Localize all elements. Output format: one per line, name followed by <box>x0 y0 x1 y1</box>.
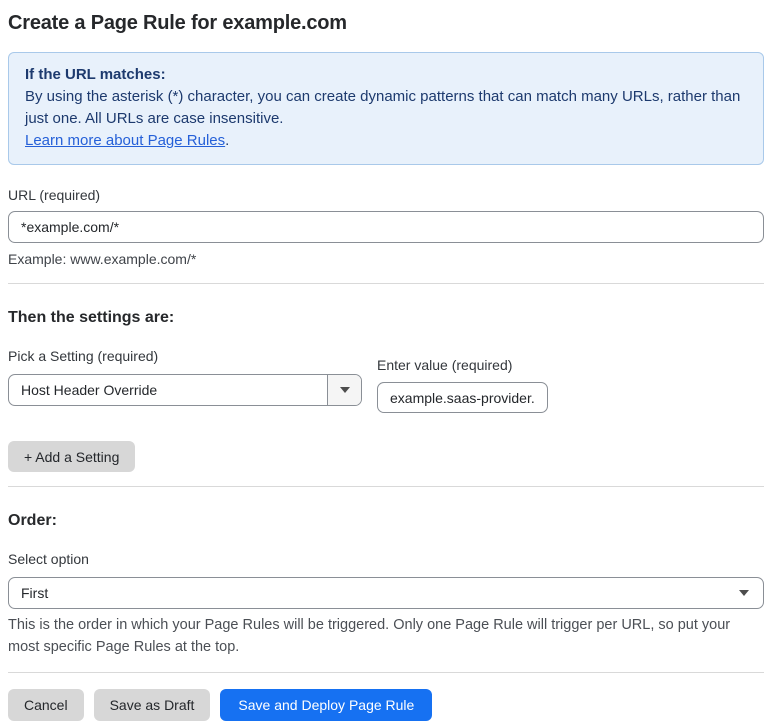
divider <box>8 672 764 673</box>
info-box-link-line: Learn more about Page Rules. <box>25 130 747 152</box>
link-period: . <box>225 132 230 149</box>
chevron-down-icon <box>339 387 350 393</box>
page-title: Create a Page Rule for example.com <box>8 12 347 34</box>
setting-picker-value: Host Header Override <box>21 382 158 398</box>
url-field-label: URL (required) <box>8 187 101 203</box>
setting-value-wrap <box>377 382 548 413</box>
url-match-info-box: If the URL matches: By using the asteris… <box>8 52 764 165</box>
setting-picker-select[interactable]: Host Header Override <box>8 374 362 406</box>
settings-section-heading: Then the settings are: <box>8 309 175 326</box>
divider <box>8 283 764 284</box>
setting-value-input[interactable] <box>377 382 548 413</box>
settings-row: Pick a Setting (required) Host Header Ov… <box>8 348 764 413</box>
url-input-wrap <box>8 211 764 243</box>
add-setting-button[interactable]: + Add a Setting <box>8 441 136 472</box>
order-helper-text: This is the order in which your Page Rul… <box>8 617 731 655</box>
learn-more-link[interactable]: Learn more about Page Rules <box>25 132 225 149</box>
chevron-down-icon <box>739 590 749 596</box>
order-select-value: First <box>21 585 49 601</box>
save-draft-button[interactable]: Save as Draft <box>93 689 211 721</box>
order-select[interactable]: First <box>8 577 764 609</box>
save-deploy-button[interactable]: Save and Deploy Page Rule <box>220 689 433 721</box>
setting-picker-arrow-segment[interactable] <box>327 375 361 405</box>
setting-picker-column: Pick a Setting (required) Host Header Ov… <box>8 348 362 406</box>
setting-value-column: Enter value (required) <box>377 357 548 413</box>
cancel-button[interactable]: Cancel <box>8 689 84 721</box>
setting-value-label: Enter value (required) <box>377 357 513 373</box>
url-input[interactable] <box>8 211 764 243</box>
info-box-body: By using the asterisk (*) character, you… <box>25 88 741 127</box>
order-section-heading: Order: <box>8 512 57 529</box>
footer-actions: Cancel Save as Draft Save and Deploy Pag… <box>8 689 764 721</box>
divider <box>8 486 764 487</box>
info-box-heading: If the URL matches: <box>25 66 166 83</box>
order-select-wrap: First <box>8 577 764 609</box>
setting-picker-label: Pick a Setting (required) <box>8 348 159 364</box>
order-select-label: Select option <box>8 551 89 567</box>
url-example-helper: Example: www.example.com/* <box>8 251 197 267</box>
